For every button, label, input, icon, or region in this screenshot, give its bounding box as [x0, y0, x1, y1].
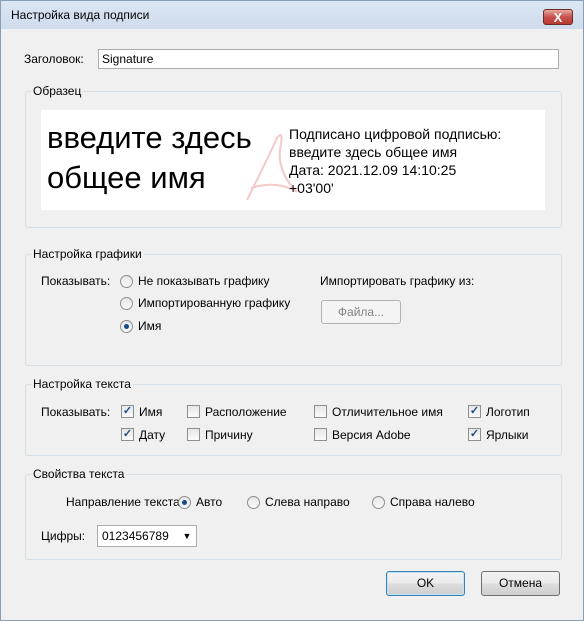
checkbox-location[interactable]: [187, 405, 200, 418]
digits-label: Цифры:: [41, 529, 86, 543]
radio-no-graphic[interactable]: [120, 275, 133, 288]
signature-preview: введите здесь общее имя Подписано цифров…: [41, 110, 545, 210]
close-button[interactable]: X: [543, 9, 573, 25]
preview-detail-line: Дата: 2021.12.09 14:10:25: [289, 162, 457, 178]
radio-direction-rtl-label[interactable]: Справа налево: [390, 495, 475, 509]
radio-no-graphic-label[interactable]: Не показывать графику: [138, 274, 269, 288]
radio-direction-auto[interactable]: [178, 496, 191, 509]
graphics-group: [25, 254, 562, 366]
cancel-button[interactable]: Отмена: [481, 571, 560, 596]
text-properties-group: [25, 474, 562, 560]
preview-detail-line: введите здесь общее имя: [289, 144, 458, 160]
preview-name: введите здесь общее имя: [47, 120, 252, 195]
text-direction-label: Направление текста:: [66, 495, 184, 509]
text-properties-group-title: Свойства текста: [31, 467, 127, 481]
text-show-label: Показывать:: [41, 405, 111, 419]
checkbox-labels-label[interactable]: Ярлыки: [486, 428, 529, 442]
sample-group-title: Образец: [31, 84, 84, 98]
import-graphic-label: Импортировать графику из:: [320, 274, 475, 288]
preview-details: Подписано цифровой подписью: введите зде…: [289, 125, 501, 197]
radio-imported-graphic[interactable]: [120, 297, 133, 310]
text-settings-group: [25, 384, 562, 456]
checkbox-distinguished-name[interactable]: [314, 405, 327, 418]
title-bar[interactable]: Настройка вида подписи X: [1, 1, 583, 29]
title-field-label: Заголовок:: [24, 52, 84, 66]
checkbox-date[interactable]: ✓: [121, 428, 134, 441]
title-field-input[interactable]: Signature: [98, 49, 559, 69]
checkbox-name[interactable]: ✓: [121, 405, 134, 418]
text-settings-group-title: Настройка текста: [31, 377, 133, 391]
graphics-group-title: Настройка графики: [31, 247, 144, 261]
preview-detail-line: +03'00': [289, 180, 334, 196]
window-title: Настройка вида подписи: [11, 8, 150, 22]
checkbox-logo[interactable]: ✓: [468, 405, 481, 418]
graphics-show-label: Показывать:: [41, 274, 111, 288]
chevron-down-icon[interactable]: ▼: [178, 526, 196, 546]
radio-direction-auto-label[interactable]: Авто: [196, 495, 222, 509]
preview-detail-line: Подписано цифровой подписью:: [289, 126, 502, 142]
checkbox-adobe-version[interactable]: [314, 428, 327, 441]
file-button[interactable]: Файла...: [321, 300, 401, 324]
radio-name-label[interactable]: Имя: [138, 319, 161, 333]
radio-imported-graphic-label[interactable]: Импортированную графику: [138, 296, 290, 310]
checkbox-name-label[interactable]: Имя: [139, 405, 162, 419]
checkbox-distinguished-name-label[interactable]: Отличительное имя: [332, 405, 443, 419]
dialog-body: Заголовок: Signature Образец введите зде…: [8, 31, 576, 614]
checkbox-adobe-version-label[interactable]: Версия Adobe: [332, 428, 411, 442]
dialog-window: Настройка вида подписи X Заголовок: Sign…: [0, 0, 584, 621]
radio-direction-rtl[interactable]: [372, 496, 385, 509]
radio-direction-ltr[interactable]: [247, 496, 260, 509]
digits-select-value: 0123456789: [102, 529, 169, 543]
digits-select[interactable]: 0123456789 ▼: [97, 525, 197, 547]
checkbox-reason-label[interactable]: Причину: [205, 428, 253, 442]
radio-direction-ltr-label[interactable]: Слева направо: [265, 495, 350, 509]
checkbox-location-label[interactable]: Расположение: [205, 405, 287, 419]
radio-name[interactable]: [120, 320, 133, 333]
ok-button[interactable]: OK: [386, 571, 465, 596]
checkbox-reason[interactable]: [187, 428, 200, 441]
checkbox-date-label[interactable]: Дату: [139, 428, 165, 442]
checkbox-logo-label[interactable]: Логотип: [486, 405, 530, 419]
checkbox-labels[interactable]: ✓: [468, 428, 481, 441]
